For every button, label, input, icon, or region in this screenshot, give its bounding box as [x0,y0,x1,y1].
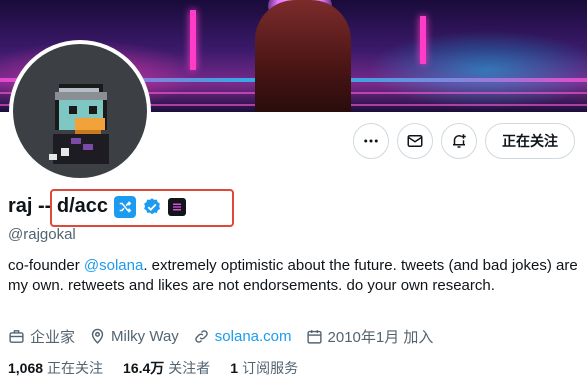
meta-category-text: 企业家 [30,329,76,346]
link-icon [195,330,208,343]
more-button[interactable] [353,123,389,159]
meta-joined-text: 2010年1月 加入 [327,329,434,346]
subscriptions-stat[interactable]: 1 订阅服务 [230,358,298,378]
calendar-icon [306,330,322,344]
profile-meta: 企业家 Milky Way solana.com 2010年1月 加入 [8,326,433,347]
meta-joined: 2010年1月 加入 [306,326,434,347]
envelope-icon [407,135,423,147]
followers-stat[interactable]: 16.4万 关注者 [123,358,210,378]
profile-stats: 1,068 正在关注 16.4万 关注者 1 订阅服务 [8,358,298,378]
bell-plus-icon [453,134,466,148]
avatar-image [13,44,147,178]
bio-text: co-founder [8,257,84,274]
subscriptions-label: 订阅服务 [242,360,299,376]
following-button[interactable]: 正在关注 [485,123,575,159]
highlight-annotation [50,189,234,227]
followers-count: 16.4万 [123,360,165,376]
following-count: 1,068 [8,360,44,376]
handle: @rajgokal [8,226,76,243]
bio: co-founder @solana. extremely optimistic… [8,256,578,296]
followers-label: 关注者 [168,360,211,376]
meta-location-text: Milky Way [111,328,179,345]
meta-website-link[interactable]: solana.com [215,328,292,345]
message-button[interactable] [397,123,433,159]
meta-category: 企业家 [8,326,75,347]
avatar[interactable] [9,40,151,182]
briefcase-icon [9,330,24,343]
more-icon [364,139,378,143]
banner-neon-bar [190,10,196,70]
following-label: 正在关注 [47,360,104,376]
meta-website[interactable]: solana.com [193,328,292,345]
location-pin-icon [91,328,104,344]
banner-neon-bar [420,16,426,64]
banner-figure [255,0,351,112]
profile-actions: 正在关注 [353,123,575,159]
meta-location: Milky Way [89,328,179,345]
subscriptions-count: 1 [230,360,239,376]
following-stat[interactable]: 1,068 正在关注 [8,358,103,378]
notify-button[interactable] [441,123,477,159]
banner-glow-right [367,30,587,110]
bio-mention-link[interactable]: @solana [84,257,143,274]
